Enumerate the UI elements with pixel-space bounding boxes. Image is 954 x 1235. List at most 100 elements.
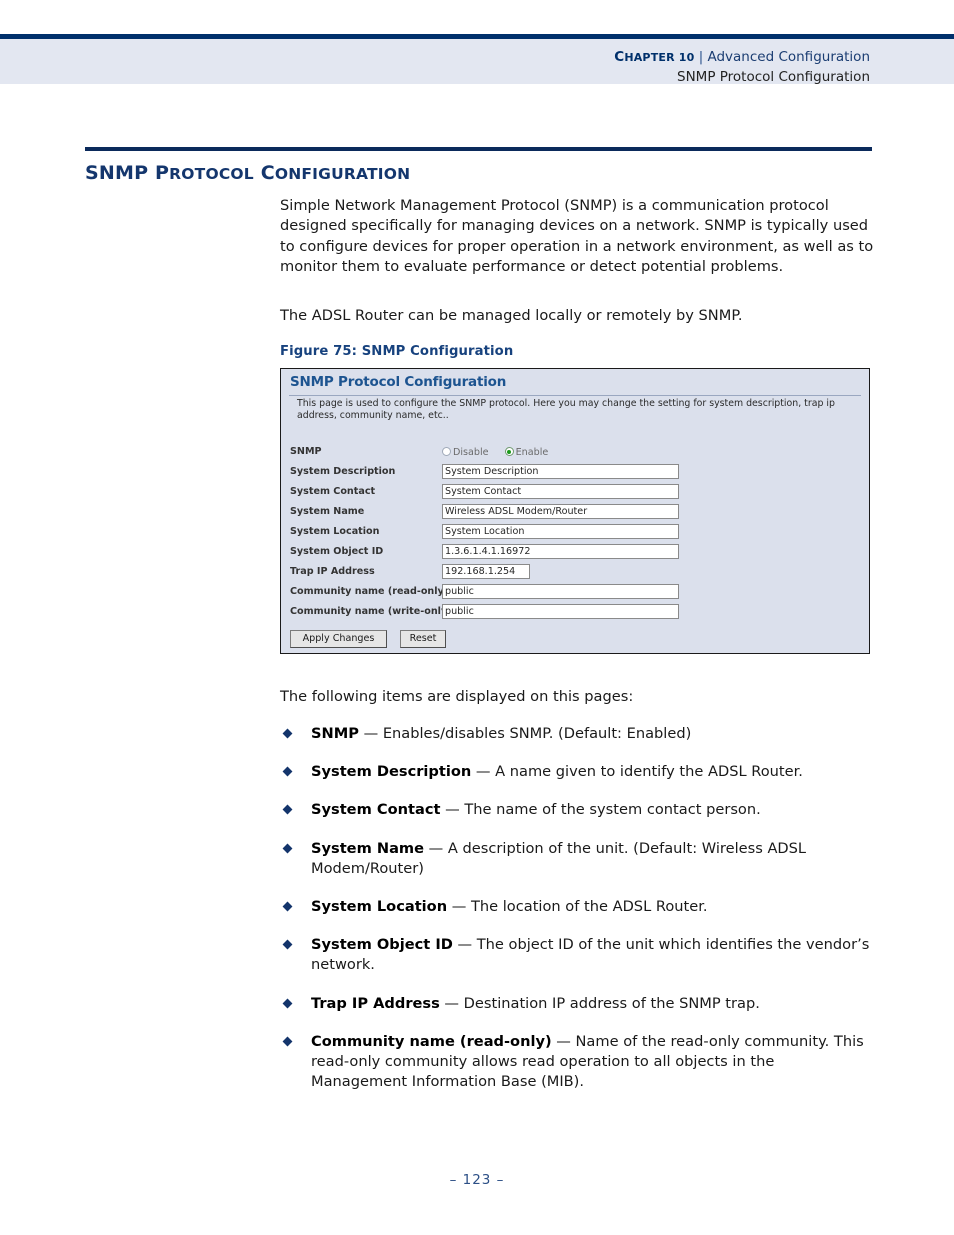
field-control: 1.3.6.1.4.1.16972 xyxy=(442,544,679,559)
list-item: System Contact — The name of the system … xyxy=(280,800,875,820)
list-item-dash: — xyxy=(452,936,477,954)
panel-title: SNMP Protocol Configuration xyxy=(290,374,507,390)
page-title-part2: ROTOCOL xyxy=(169,165,254,183)
figure-screenshot-panel: SNMP Protocol Configuration This page is… xyxy=(280,368,870,654)
form-row: Community name (read-only) public xyxy=(290,584,862,604)
list-item-term: SNMP xyxy=(311,725,359,742)
header-chapter-label: CHAPTER 10 xyxy=(614,49,695,65)
field-control: 192.168.1.254 xyxy=(442,564,530,579)
diamond-bullet-icon xyxy=(282,998,293,1009)
diamond-bullet-icon xyxy=(282,766,293,777)
page-title-part4: ONFIGURATION xyxy=(274,165,411,183)
figure-caption: Figure 75: SNMP Configuration xyxy=(280,344,514,359)
text-input[interactable]: System Description xyxy=(442,464,679,479)
field-label: System Contact xyxy=(290,486,376,497)
form-row: SNMP Disable Enable xyxy=(290,444,862,464)
radio-button-icon[interactable] xyxy=(442,447,451,456)
page-number: – 123 – xyxy=(449,1172,505,1188)
field-control: public xyxy=(442,584,679,599)
list-item-dash: — xyxy=(440,801,465,819)
list-item-term: System Object ID xyxy=(311,936,453,954)
list-item-dash: — xyxy=(439,994,464,1012)
header-chapter-title: Advanced Configuration xyxy=(707,49,870,65)
intro-paragraph-1: Simple Network Management Protocol (SNMP… xyxy=(280,197,874,276)
apply-changes-button[interactable]: Apply Changes xyxy=(290,630,387,648)
snmp-form: SNMP Disable Enable System Description Syste… xyxy=(290,444,862,624)
intro-paragraph-2-wrap: The ADSL Router can be managed locally o… xyxy=(280,306,875,326)
text-input[interactable]: Wireless ADSL Modem/Router xyxy=(442,504,679,519)
field-label: Community name (write-only) xyxy=(290,606,452,617)
text-input[interactable]: public xyxy=(442,584,679,599)
text-input[interactable]: 1.3.6.1.4.1.16972 xyxy=(442,544,679,559)
field-label: System Object ID xyxy=(290,546,384,557)
list-item-term: System Contact xyxy=(311,801,441,819)
form-row: System Object ID 1.3.6.1.4.1.16972 xyxy=(290,544,862,564)
list-item-term: System Description xyxy=(311,763,472,781)
text-input[interactable]: System Contact xyxy=(442,484,679,499)
list-item-description: Enables/disables SNMP. (Default: Enabled… xyxy=(382,725,692,742)
radio-option-label: Disable xyxy=(453,447,489,458)
field-label: System Name xyxy=(290,506,365,517)
form-row: System Description System Description xyxy=(290,464,862,484)
list-item: System Object ID — The object ID of the … xyxy=(280,935,875,975)
intro-paragraph-2: The ADSL Router can be managed locally o… xyxy=(280,307,743,324)
list-item-dash: — xyxy=(358,725,383,742)
panel-button-row: Apply Changes Reset xyxy=(290,626,459,648)
diamond-bullet-icon xyxy=(282,1036,293,1047)
header-section-title: SNMP Protocol Configuration xyxy=(677,69,870,85)
form-row: System Name Wireless ADSL Modem/Router xyxy=(290,504,862,524)
list-item-term: Community name (read-only) xyxy=(311,1032,552,1050)
form-row: Community name (write-only) public xyxy=(290,604,862,624)
text-input[interactable]: 192.168.1.254 xyxy=(442,564,530,579)
page-footer: – 123 – xyxy=(0,1172,954,1188)
diamond-bullet-icon xyxy=(282,901,293,912)
list-item-dash: — xyxy=(551,1032,576,1050)
diamond-bullet-icon xyxy=(282,939,293,950)
panel-title-divider xyxy=(289,395,861,396)
text-input[interactable]: public xyxy=(442,604,679,619)
field-label: System Description xyxy=(290,466,396,477)
page-running-header: CHAPTER 10 | Advanced Configuration SNMP P… xyxy=(0,34,954,85)
page-title-part1: SNMP P xyxy=(85,162,170,184)
list-item: Community name (read-only) — Name of the… xyxy=(280,1032,875,1093)
text-input[interactable]: System Location xyxy=(442,524,679,539)
radio-button-icon[interactable] xyxy=(504,447,514,456)
list-item: System Location — The location of the AD… xyxy=(280,897,875,917)
list-item-description: Destination IP address of the SNMP trap. xyxy=(463,994,760,1012)
list-item: System Description — A name given to ide… xyxy=(280,762,875,782)
field-control: System Location xyxy=(442,524,679,539)
form-row: System Location System Location xyxy=(290,524,862,544)
diamond-bullet-icon xyxy=(282,843,293,854)
page-title-part3: C xyxy=(253,162,275,184)
field-label: System Location xyxy=(290,526,380,537)
field-control: public xyxy=(442,604,679,619)
parameter-list: SNMP — Enables/disables SNMP. (Default: … xyxy=(280,724,875,1110)
field-label: Community name (read-only) xyxy=(290,586,449,597)
list-item-description: The name of the system contact person. xyxy=(464,801,761,819)
field-label: SNMP xyxy=(290,446,322,457)
list-item: SNMP — Enables/disables SNMP. (Default: … xyxy=(280,724,875,744)
list-item-dash: — xyxy=(424,839,448,857)
form-row: Trap IP Address 192.168.1.254 xyxy=(290,564,862,584)
snmp-radio-group: Disable Enable xyxy=(442,444,548,460)
field-control: System Description xyxy=(442,464,679,479)
diamond-bullet-icon xyxy=(282,804,293,815)
diamond-bullet-icon xyxy=(282,728,293,739)
list-item-term: Trap IP Address xyxy=(311,994,440,1012)
field-control: Wireless ADSL Modem/Router xyxy=(442,504,679,519)
radio-option-disable[interactable]: Disable xyxy=(442,447,489,458)
list-item: Trap IP Address — Destination IP address… xyxy=(280,994,875,1014)
list-item-term: System Location xyxy=(311,898,448,916)
field-label: Trap IP Address xyxy=(290,566,375,577)
list-item-description: The location of the ADSL Router. xyxy=(470,898,708,916)
reset-button[interactable]: Reset xyxy=(400,630,446,648)
intro-paragraph-1-wrap: Simple Network Management Protocol (SNMP… xyxy=(280,196,875,278)
list-item-dash: — xyxy=(447,898,471,916)
list-item-dash: — xyxy=(471,763,496,781)
header-chapter-line: CHAPTER 10 | Advanced Configuration xyxy=(614,49,870,65)
list-item-term: System Name xyxy=(311,839,425,857)
header-separator: | xyxy=(698,49,704,65)
radio-option-enable[interactable]: Enable xyxy=(504,447,548,458)
panel-description: This page is used to configure the SNMP … xyxy=(297,398,835,421)
header-chapter-smallcaps: HAPTER 10 xyxy=(624,51,695,64)
